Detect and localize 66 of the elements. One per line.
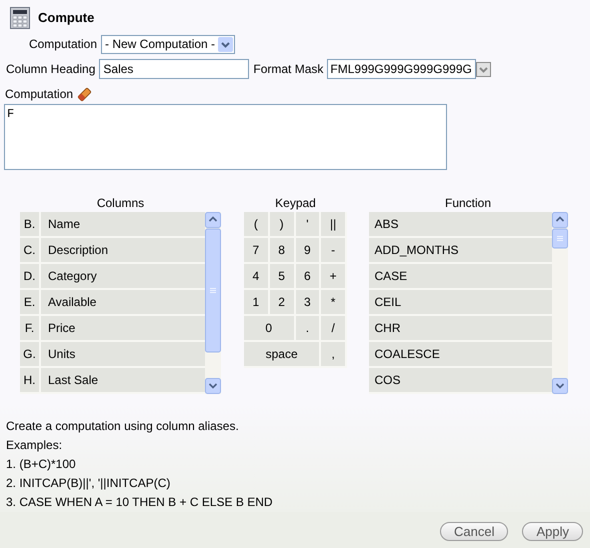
dialog-button[interactable]: Cancel xyxy=(440,522,508,541)
keypad-key[interactable]: , xyxy=(321,342,347,368)
column-list-item[interactable]: Price xyxy=(41,316,205,340)
function-list-item[interactable]: CEIL xyxy=(368,290,552,316)
column-list-item[interactable]: Description xyxy=(41,238,205,262)
panel-heading: Keypad xyxy=(275,195,316,212)
keypad-key[interactable]: - xyxy=(321,238,347,264)
help-text: 1. (B+C)*100 xyxy=(6,456,77,473)
keypad-key[interactable]: 2 xyxy=(270,290,296,316)
function-list-item[interactable]: CASE xyxy=(368,264,552,290)
chevron-down-icon xyxy=(218,36,234,52)
keypad-key[interactable]: / xyxy=(321,316,347,342)
chevron-down-icon[interactable] xyxy=(476,62,492,76)
table-cell: D. xyxy=(20,264,41,288)
help-text: 2. INITCAP(B)||', '||INITCAP(C) xyxy=(6,475,172,492)
panel-heading: Columns xyxy=(96,195,144,212)
keypad-key[interactable]: 5 xyxy=(270,264,296,290)
scrollbar[interactable] xyxy=(552,212,568,394)
field-label: Computation xyxy=(5,86,74,103)
help-text: 3. CASE WHEN A = 10 THEN B + C ELSE B END xyxy=(6,494,274,511)
panel-heading: Function xyxy=(444,195,492,212)
keypad-key[interactable]: 3 xyxy=(296,290,322,316)
format-mask-field[interactable]: FML999G999G999G999G xyxy=(327,59,476,79)
dialog-button[interactable]: Apply xyxy=(522,522,583,541)
keypad-key[interactable]: ' xyxy=(296,212,322,238)
keypad-key[interactable]: . xyxy=(296,316,322,342)
column-list-item[interactable]: Category xyxy=(41,264,205,288)
column-heading-field[interactable]: Sales xyxy=(99,59,250,79)
table-cell: H. xyxy=(20,368,41,392)
function-list-item[interactable]: ABS xyxy=(368,212,552,238)
keypad-key[interactable]: 6 xyxy=(296,264,322,290)
keypad-key[interactable]: 4 xyxy=(244,264,270,290)
function-list-item[interactable]: CHR xyxy=(368,316,552,342)
table-cell: B. xyxy=(20,212,41,236)
table-cell: G. xyxy=(20,342,41,366)
table-cell: F. xyxy=(20,316,41,340)
calculator-icon xyxy=(10,7,30,29)
column-list-item[interactable]: Units xyxy=(41,342,205,366)
keypad-key[interactable]: 7 xyxy=(244,238,270,264)
function-list-item[interactable]: COS xyxy=(368,368,552,394)
keypad-key[interactable]: 1 xyxy=(244,290,270,316)
scrollbar[interactable] xyxy=(205,212,221,394)
computation-dropdown[interactable]: - New Computation - xyxy=(101,34,236,54)
keypad-key[interactable]: ( xyxy=(244,212,270,238)
keypad-key[interactable]: 8 xyxy=(270,238,296,264)
keypad-key[interactable]: + xyxy=(321,264,347,290)
keypad-key[interactable]: || xyxy=(321,212,347,238)
keypad-key[interactable]: 9 xyxy=(296,238,322,264)
table-cell: E. xyxy=(20,290,41,314)
column-list-item[interactable]: Available xyxy=(41,290,205,314)
keypad-key[interactable]: space xyxy=(244,342,322,368)
computation-field[interactable]: F xyxy=(4,104,447,170)
dialog-title: Compute xyxy=(38,9,94,28)
help-text: Create a computation using column aliases. xyxy=(6,418,240,435)
field-label: Format Mask xyxy=(252,61,324,78)
function-list-item[interactable]: ADD_MONTHS xyxy=(368,238,552,264)
field-label: Column Heading xyxy=(5,61,96,78)
keypad-key[interactable]: 0 xyxy=(244,316,296,342)
column-list-item[interactable]: Last Sale xyxy=(41,368,205,392)
column-list-item[interactable]: Name xyxy=(41,212,205,236)
help-text: Examples: xyxy=(6,437,64,454)
field-label: Computation xyxy=(28,36,98,53)
keypad-key[interactable]: * xyxy=(321,290,347,316)
keypad-key[interactable]: ) xyxy=(270,212,296,238)
function-list-item[interactable]: COALESCE xyxy=(368,342,552,368)
table-cell: C. xyxy=(20,238,41,262)
